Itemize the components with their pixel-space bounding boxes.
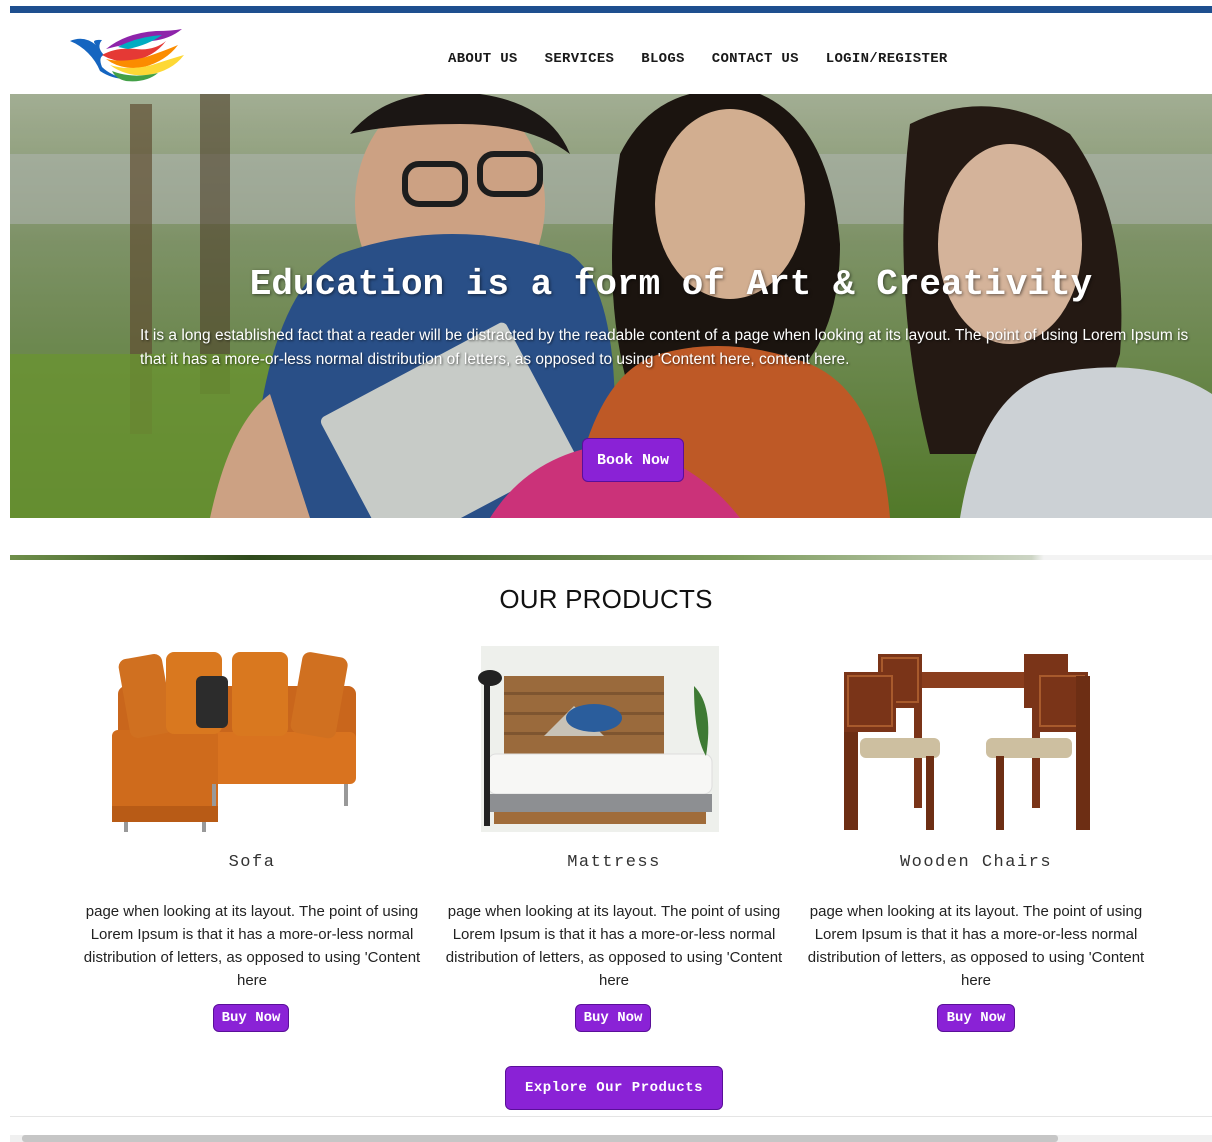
product-description: page when looking at its layout. The poi… bbox=[445, 903, 783, 989]
product-name: Sofa bbox=[228, 853, 276, 872]
products-section-title: OUR PRODUCTS bbox=[499, 584, 713, 614]
section-divider bbox=[10, 555, 1212, 560]
main-nav: ABOUT US SERVICES BLOGS CONTACT US LOGIN… bbox=[448, 51, 975, 67]
footer-divider bbox=[10, 1116, 1212, 1117]
product-description: page when looking at its layout. The poi… bbox=[807, 903, 1145, 989]
book-now-button[interactable]: Book Now bbox=[582, 438, 684, 482]
buy-now-button-wooden-chairs[interactable]: Buy Now bbox=[937, 1004, 1015, 1032]
nav-item-about-us[interactable]: ABOUT US bbox=[448, 51, 518, 67]
product-image-wooden-chairs[interactable] bbox=[806, 646, 1146, 832]
buy-now-button-sofa[interactable]: Buy Now bbox=[213, 1004, 289, 1032]
product-name: Mattress bbox=[567, 853, 661, 872]
hummingbird-logo-icon[interactable] bbox=[66, 27, 190, 85]
hero-description: It is a long established fact that a rea… bbox=[140, 327, 1189, 368]
scrollbar-thumb[interactable] bbox=[22, 1135, 1058, 1142]
horizontal-scrollbar[interactable] bbox=[10, 1135, 1212, 1142]
nav-item-services[interactable]: SERVICES bbox=[545, 51, 615, 67]
nav-item-contact-us[interactable]: CONTACT US bbox=[712, 51, 799, 67]
product-description: page when looking at its layout. The poi… bbox=[83, 903, 421, 989]
product-image-mattress[interactable] bbox=[444, 646, 784, 832]
nav-item-login-register[interactable]: LOGIN/REGISTER bbox=[826, 51, 948, 67]
buy-now-button-mattress[interactable]: Buy Now bbox=[575, 1004, 651, 1032]
top-accent-bar bbox=[10, 6, 1212, 13]
hero-title: Education is a form of Art & Creativity bbox=[249, 264, 1093, 305]
site-header: ABOUT US SERVICES BLOGS CONTACT US LOGIN… bbox=[10, 13, 1212, 94]
hero-banner: Education is a form of Art & Creativity … bbox=[10, 94, 1212, 518]
nav-item-blogs[interactable]: BLOGS bbox=[641, 51, 685, 67]
explore-products-button[interactable]: Explore Our Products bbox=[505, 1066, 723, 1110]
product-image-sofa[interactable] bbox=[82, 646, 422, 832]
product-name: Wooden Chairs bbox=[899, 853, 1053, 872]
